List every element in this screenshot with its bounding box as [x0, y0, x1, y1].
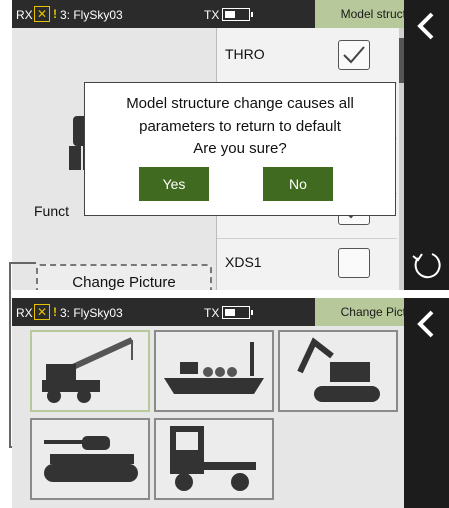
rx-signal-icon: ✕	[34, 6, 50, 22]
excavator-icon	[297, 337, 380, 402]
checkmark-icon	[343, 46, 365, 64]
return-icon[interactable]	[410, 248, 444, 282]
model-structure-screen: RX ✕ ! 3: FlySky03 TX Model structure Fu…	[12, 0, 449, 290]
dialog-message-line: parameters to return to default	[139, 118, 341, 135]
dialog-message-line: Model structure change causes all	[126, 95, 354, 112]
picture-tile-cargo-ship[interactable]	[154, 330, 274, 412]
warning-icon: !	[53, 305, 57, 319]
tx-label: TX	[204, 306, 220, 320]
no-button[interactable]: No	[263, 167, 333, 201]
sidebar	[404, 0, 449, 290]
warning-icon: !	[53, 7, 57, 21]
rx-label: RX	[16, 306, 33, 320]
sidebar	[404, 298, 449, 508]
dialog-message-line: Are you sure?	[193, 140, 287, 157]
list-item-label: XDS1	[225, 254, 262, 270]
checkbox[interactable]	[338, 40, 370, 70]
checkbox[interactable]	[338, 248, 370, 278]
back-icon[interactable]	[412, 308, 442, 340]
confirm-dialog: Model structure change causes all parame…	[84, 82, 396, 216]
crane-truck-icon	[42, 337, 134, 403]
picture-tile-semi-truck[interactable]	[154, 418, 274, 500]
battery-icon	[222, 306, 253, 319]
cargo-ship-icon	[164, 342, 264, 394]
yes-button[interactable]: Yes	[139, 167, 209, 201]
change-picture-button[interactable]: Change Picture	[36, 264, 212, 290]
picture-grid	[26, 330, 404, 508]
list-item-label: THRO	[225, 46, 265, 62]
change-picture-screen: RX ✕ ! 3: FlySky03 TX Change Picture	[12, 298, 449, 508]
rx-label: RX	[16, 8, 33, 22]
list-item[interactable]: XDS1	[217, 236, 397, 290]
picture-tile-tank[interactable]	[30, 418, 150, 500]
tx-label: TX	[204, 8, 220, 22]
battery-icon	[222, 8, 253, 21]
model-name: 3: FlySky03	[60, 306, 123, 320]
model-name: 3: FlySky03	[60, 8, 123, 22]
tank-icon	[44, 436, 138, 482]
picture-tile-crane-truck[interactable]	[30, 330, 150, 412]
back-icon[interactable]	[412, 10, 442, 42]
picture-tile-excavator[interactable]	[278, 330, 398, 412]
semi-truck-icon	[170, 426, 256, 491]
function-label: Funct	[34, 203, 70, 219]
list-item[interactable]: THRO	[217, 28, 397, 84]
rx-signal-icon: ✕	[34, 304, 50, 320]
